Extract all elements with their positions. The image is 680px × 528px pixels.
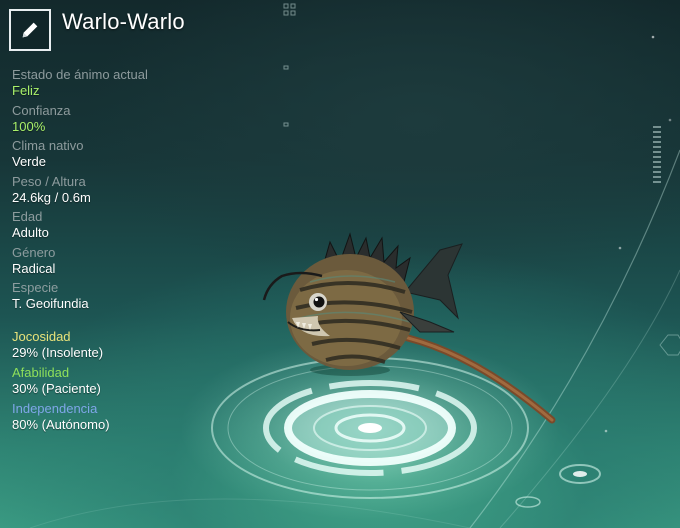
stat-label: Clima nativo — [12, 138, 84, 153]
trait-label: Independencia — [12, 401, 98, 416]
trait-friendliness: Afabilidad 30% (Paciente) — [12, 365, 232, 401]
edit-name-button[interactable] — [9, 9, 51, 51]
trait-value: 29% (Insolente) — [12, 345, 104, 360]
stat-value: Radical — [12, 260, 56, 276]
stat-value: Adulto — [12, 225, 49, 240]
stat-age: Edad Adulto — [12, 209, 232, 245]
trait-label: Jocosidad — [12, 329, 71, 344]
trait-value: 80% (Autónomo) — [12, 417, 110, 432]
stat-label: Especie — [12, 280, 59, 295]
stat-species: Especie T. Geoifundia — [12, 280, 232, 316]
stat-value: Feliz — [12, 83, 40, 98]
stat-value: 100% — [12, 118, 46, 134]
stat-climate: Clima nativo Verde — [12, 138, 232, 174]
personality-traits: Jocosidad 29% (Insolente) Afabilidad 30%… — [12, 329, 232, 437]
creature-stats: Estado de ánimo actual Feliz Confianza 1… — [12, 67, 232, 316]
stat-mood: Estado de ánimo actual Feliz — [12, 67, 232, 103]
stat-label: Estado de ánimo actual — [12, 67, 148, 82]
stat-label: Género — [12, 244, 56, 260]
trait-label: Afabilidad — [12, 365, 70, 380]
stat-gender: Género Radical — [12, 245, 232, 281]
stat-value: T. Geoifundia — [12, 296, 89, 311]
hud-ticks — [653, 126, 661, 183]
creature-info-screen: Warlo-Warlo Estado de ánimo actual Feliz… — [0, 0, 680, 528]
stat-label: Edad — [12, 209, 43, 224]
stat-value: 24.6kg / 0.6m — [12, 189, 91, 205]
stat-label: Peso / Altura — [12, 173, 86, 189]
stat-value: Verde — [12, 154, 46, 169]
creature-name: Warlo-Warlo — [62, 9, 185, 34]
trait-independence: Independencia 80% (Autónomo) — [12, 401, 232, 437]
trait-value: 30% (Paciente) — [12, 381, 101, 396]
trait-playfulness: Jocosidad 29% (Insolente) — [12, 329, 232, 365]
stat-trust: Confianza 100% — [12, 103, 232, 139]
pencil-icon — [22, 22, 38, 38]
stat-label: Confianza — [12, 102, 71, 118]
stat-weight-height: Peso / Altura 24.6kg / 0.6m — [12, 174, 232, 210]
